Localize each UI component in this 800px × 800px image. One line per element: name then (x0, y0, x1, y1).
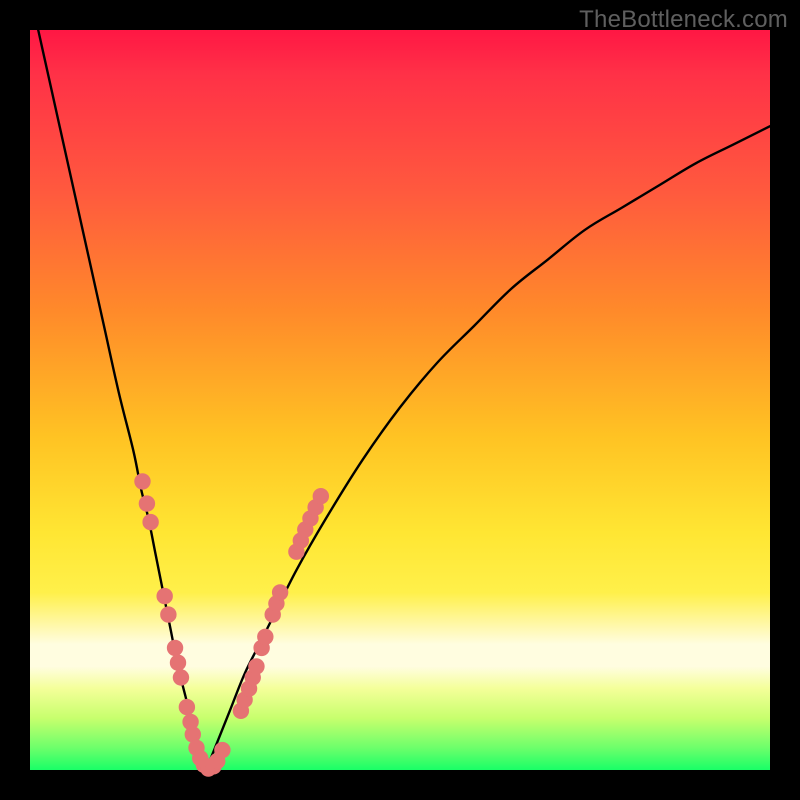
bottleneck-curve (30, 0, 770, 770)
marker-point (272, 584, 288, 600)
chart-overlay (30, 30, 770, 770)
marker-point (257, 629, 273, 645)
marker-point (179, 699, 195, 715)
marker-point (156, 588, 172, 604)
marker-point (170, 655, 186, 671)
marker-point (248, 658, 264, 674)
marker-point (134, 473, 150, 489)
marker-point (167, 640, 183, 656)
data-markers (134, 473, 329, 777)
watermark-text: TheBottleneck.com (579, 6, 788, 34)
marker-point (160, 606, 176, 622)
marker-point (173, 669, 189, 685)
curve-right-branch (206, 126, 770, 770)
marker-point (214, 742, 230, 758)
marker-point (142, 514, 158, 530)
marker-point (139, 495, 155, 511)
marker-point (313, 488, 329, 504)
chart-frame: TheBottleneck.com (0, 0, 800, 800)
